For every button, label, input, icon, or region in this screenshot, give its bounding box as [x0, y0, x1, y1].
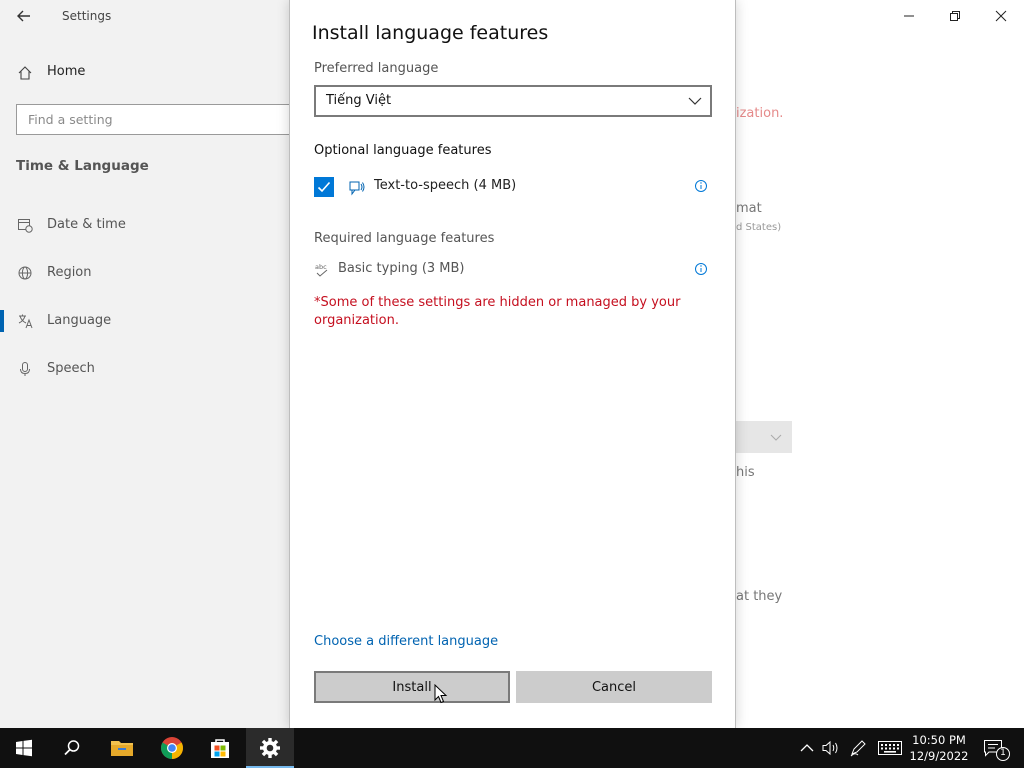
sidebar: Settings Home Time & Language Date & tim…: [0, 0, 292, 728]
preferred-language-value: Tiếng Việt: [326, 93, 392, 108]
language-icon: [18, 314, 33, 329]
feature-basic-typing: abc Basic typing (3 MB): [314, 260, 708, 284]
bg-format-fragment: mat: [736, 201, 762, 216]
feature-text-to-speech: Text-to-speech (4 MB): [314, 177, 708, 201]
chevron-down-icon: [688, 97, 702, 105]
bg-text-fragment: at they: [736, 589, 783, 604]
search-icon: [64, 740, 80, 756]
optional-features-heading: Optional language features: [314, 143, 492, 158]
pen-workspace-button[interactable]: [846, 728, 870, 768]
minimize-button[interactable]: [886, 0, 932, 32]
taskbar-search-button[interactable]: [48, 728, 96, 768]
settings-taskbar-button[interactable]: [246, 728, 294, 768]
clock-date: 12/9/2022: [909, 749, 969, 763]
touch-keyboard-button[interactable]: [875, 728, 905, 768]
install-button[interactable]: Install: [314, 671, 510, 703]
text-to-speech-label: Text-to-speech (4 MB): [374, 178, 517, 193]
sidebar-item-label: Date & time: [47, 217, 126, 232]
store-button[interactable]: [196, 728, 244, 768]
bg-warning-fragment: ization.: [736, 106, 784, 121]
info-icon[interactable]: [694, 262, 708, 276]
managed-settings-warning: *Some of these settings are hidden or ma…: [314, 295, 681, 328]
close-icon: [995, 10, 1007, 22]
sidebar-item-language[interactable]: Language: [0, 305, 289, 337]
back-arrow-icon: [17, 10, 30, 22]
back-button[interactable]: [14, 6, 34, 26]
keyboard-icon: [878, 741, 902, 755]
bg-dropdown: [736, 421, 792, 453]
start-button[interactable]: [0, 728, 48, 768]
sidebar-item-label: Region: [47, 265, 92, 280]
start-icon: [16, 739, 32, 757]
basic-typing-label: Basic typing (3 MB): [338, 261, 465, 276]
nav-home[interactable]: Home: [0, 58, 289, 88]
checkmark-icon: [317, 181, 331, 193]
preferred-language-select[interactable]: Tiếng Việt: [314, 85, 712, 117]
notification-count: 1: [1000, 748, 1006, 758]
chrome-button[interactable]: [148, 728, 196, 768]
app-title: Settings: [62, 9, 112, 23]
preferred-language-label: Preferred language: [314, 61, 439, 76]
chevron-down-icon: [770, 434, 782, 441]
svg-text:abc: abc: [315, 263, 327, 271]
restore-icon: [950, 11, 960, 21]
chevron-up-icon: [800, 744, 814, 752]
taskbar-clock[interactable]: 10:50 PM 12/9/2022: [904, 732, 974, 764]
bg-region-fragment: d States): [736, 222, 782, 233]
store-icon: [211, 739, 229, 758]
sidebar-item-date-time[interactable]: Date & time: [0, 209, 289, 241]
window-controls: [886, 0, 1024, 32]
search-input[interactable]: [17, 105, 291, 134]
taskbar: 10:50 PM 12/9/2022: [0, 728, 1024, 768]
close-button[interactable]: [978, 0, 1024, 32]
cancel-button[interactable]: Cancel: [516, 671, 712, 703]
sidebar-item-region[interactable]: Region: [0, 257, 289, 289]
file-explorer-button[interactable]: [98, 728, 146, 768]
dialog-title: Install language features: [312, 22, 549, 44]
sidebar-item-label: Language: [47, 313, 112, 328]
mouse-cursor-icon: [434, 684, 448, 704]
search-box: [16, 104, 292, 135]
clock-time: 10:50 PM: [912, 733, 966, 747]
sidebar-item-speech[interactable]: Speech: [0, 353, 289, 385]
minimize-icon: [904, 15, 914, 17]
file-explorer-icon: [111, 741, 133, 756]
nav-home-label: Home: [47, 64, 86, 79]
info-icon[interactable]: [694, 179, 708, 193]
section-title: Time & Language: [16, 158, 149, 174]
home-icon: [18, 66, 32, 80]
bg-text-fragment: his: [736, 465, 755, 480]
settings-icon: [260, 738, 280, 758]
text-to-speech-checkbox[interactable]: [314, 177, 334, 197]
chrome-icon: [161, 737, 183, 759]
microphone-icon: [20, 362, 30, 376]
globe-icon: [18, 266, 32, 280]
show-hidden-icons-button[interactable]: [796, 728, 818, 768]
required-features-heading: Required language features: [314, 231, 495, 246]
restore-button[interactable]: [932, 0, 978, 32]
pen-icon: [850, 740, 866, 757]
install-language-dialog: Install language features Preferred lang…: [289, 0, 736, 728]
calendar-clock-icon: [18, 219, 33, 233]
volume-icon: [822, 740, 838, 756]
spell-check-icon: abc: [315, 263, 328, 277]
choose-language-link[interactable]: Choose a different language: [314, 634, 498, 649]
volume-button[interactable]: [820, 728, 842, 768]
sidebar-item-label: Speech: [47, 361, 95, 376]
text-to-speech-icon: [349, 181, 365, 196]
